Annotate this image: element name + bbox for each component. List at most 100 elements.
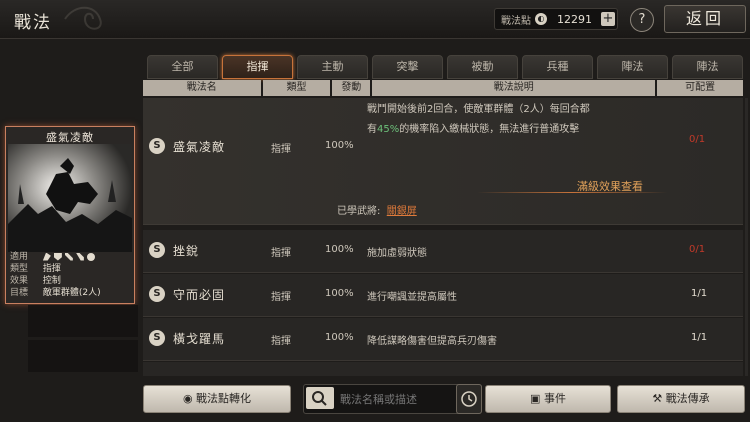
column-name: 戰法名 xyxy=(143,80,261,96)
grade-badge: S xyxy=(149,286,165,302)
tactic-type: 指揮 xyxy=(271,292,291,303)
grade-badge: S xyxy=(149,330,165,346)
card-info-row: 適用 xyxy=(10,251,101,263)
learned-label: 已學武將: xyxy=(337,206,381,217)
search-icon xyxy=(312,391,327,406)
tactic-name: 挫銳 xyxy=(173,244,200,258)
learned-general-name[interactable]: 關銀屏 xyxy=(387,206,417,217)
event-button[interactable]: ▣ 事件 xyxy=(485,385,611,413)
tab-assault[interactable]: 突擊 xyxy=(372,55,443,79)
history-button[interactable] xyxy=(456,384,482,414)
clock-icon xyxy=(461,391,477,407)
decorative-swirl-icon xyxy=(64,6,102,30)
tactic-description: 施加虛弱狀態 xyxy=(367,248,427,259)
card-title: 盛氣凌敵 xyxy=(46,131,94,144)
search-button[interactable] xyxy=(306,387,334,409)
config-count: 1/1 xyxy=(691,288,708,299)
event-icon: ▣ xyxy=(530,392,541,405)
add-points-button[interactable]: + xyxy=(601,12,615,26)
tab-active[interactable]: 主動 xyxy=(297,55,368,79)
card-info-row: 類型 指揮 xyxy=(10,263,101,275)
tactic-list: S 盛氣凌敵 指揮 100% 戰鬥開始後前2回合，使敵軍群體（2人）每回合都 有… xyxy=(143,98,743,376)
help-button[interactable]: ? xyxy=(630,8,654,32)
description-text: 的機率陷入繳械狀態，無法進行普通攻擊 xyxy=(399,124,580,135)
tactic-name: 盛氣凌敵 xyxy=(173,140,226,154)
tactic-description: 進行嘲諷並提高屬性 xyxy=(367,292,457,303)
points-label: 戰法點 xyxy=(501,15,531,27)
grade-badge: S xyxy=(149,138,165,154)
tactic-art-image xyxy=(8,144,132,252)
column-description: 戰法說明 xyxy=(372,80,656,96)
grade-badge: S xyxy=(149,242,165,258)
tactic-rate: 100% xyxy=(325,288,354,299)
cavalry-icon xyxy=(42,252,51,261)
spear-icon xyxy=(75,252,84,261)
tactic-type: 指揮 xyxy=(271,336,291,347)
card-info-value: 控制 xyxy=(42,276,61,286)
tactic-type: 指揮 xyxy=(271,144,291,155)
table-header: 戰法名 類型 發動 戰法說明 可配置 xyxy=(143,80,743,96)
tactic-description: 降低謀略傷害但提高兵刃傷害 xyxy=(367,336,497,347)
learned-generals: 已學武將: 關銀屏 xyxy=(337,202,417,217)
tab-formation-2[interactable]: 陣法 xyxy=(672,55,743,79)
shield-icon xyxy=(53,252,62,261)
tactic-points-display: 戰法點 ◐ 12291 + xyxy=(494,8,618,30)
card-info-key: 類型 xyxy=(10,264,29,274)
column-type: 類型 xyxy=(262,80,331,96)
card-info-row: 目標 敵軍群體(2人) xyxy=(10,287,101,299)
table-row[interactable]: S 盛氣凌敵 指揮 100% 戰鬥開始後前2回合，使敵軍群體（2人）每回合都 有… xyxy=(143,98,743,225)
page-title: 戰法 xyxy=(14,13,52,33)
troop-type-icons xyxy=(42,252,95,261)
card-info-key: 效果 xyxy=(10,276,29,286)
tactic-rate: 100% xyxy=(325,332,354,343)
card-info: 適用 類型 指揮 效果 控制 目標 敵軍群體(2人) xyxy=(10,251,101,299)
tab-formation[interactable]: 陣法 xyxy=(597,55,668,79)
list-scrollbar[interactable] xyxy=(745,98,748,376)
column-trigger: 發動 xyxy=(332,80,371,96)
faded-card-preview xyxy=(28,340,138,372)
card-info-row: 效果 控制 xyxy=(10,275,101,287)
link-divider xyxy=(477,192,667,193)
hammer-icon: ⚒ xyxy=(652,392,663,405)
config-count: 0/1 xyxy=(689,134,706,145)
tab-command[interactable]: 指揮 xyxy=(222,55,293,79)
config-count: 0/1 xyxy=(689,244,706,255)
selected-tactic-card[interactable]: 盛氣凌敵 適用 類型 指揮 效果 控制 目標 敵軍群體(2人) xyxy=(5,126,135,304)
event-label: 事件 xyxy=(543,392,566,405)
crossbow-icon xyxy=(64,252,73,261)
card-info-value: 指揮 xyxy=(42,264,61,274)
table-row[interactable]: S 橫戈躍馬 指揮 100% 降低謀略傷害但提高兵刃傷害 1/1 xyxy=(143,318,743,361)
description-line: 有45%的機率陷入繳械狀態，無法進行普通攻擊 xyxy=(367,120,590,140)
description-text: 有 xyxy=(367,124,377,135)
tactic-description: 戰鬥開始後前2回合，使敵軍群體（2人）每回合都 有45%的機率陷入繳械狀態，無法… xyxy=(367,100,590,140)
table-row-partial[interactable] xyxy=(143,362,743,376)
top-bar: 戰法 戰法點 ◐ 12291 + ? 返回 xyxy=(0,0,750,39)
convert-icon: ◉ xyxy=(182,392,193,405)
card-info-key: 適用 xyxy=(10,252,29,262)
card-info-value: 敵軍群體(2人) xyxy=(42,288,101,298)
search-input[interactable] xyxy=(338,388,460,410)
column-config: 可配置 xyxy=(657,80,743,96)
inherit-label: 戰法傳承 xyxy=(665,392,710,405)
inherit-button[interactable]: ⚒ 戰法傳承 xyxy=(617,385,745,413)
convert-label: 戰法點轉化 xyxy=(196,392,252,405)
probability-value: 45% xyxy=(377,124,400,135)
tactic-rate: 100% xyxy=(325,140,354,151)
description-line: 戰鬥開始後前2回合，使敵軍群體（2人）每回合都 xyxy=(367,104,590,115)
points-value: 12291 xyxy=(557,12,592,26)
tab-troop[interactable]: 兵種 xyxy=(522,55,593,79)
config-count: 1/1 xyxy=(691,332,708,343)
faded-card-preview xyxy=(28,305,138,337)
table-row[interactable]: S 守而必固 指揮 100% 進行嘲諷並提高屬性 1/1 xyxy=(143,274,743,317)
wheel-icon xyxy=(86,252,95,261)
tactic-type: 指揮 xyxy=(271,248,291,259)
back-button[interactable]: 返回 xyxy=(664,5,746,33)
tactic-name: 橫戈躍馬 xyxy=(173,332,226,346)
table-row[interactable]: S 挫銳 指揮 100% 施加虛弱狀態 0/1 xyxy=(143,230,743,273)
tab-passive[interactable]: 被動 xyxy=(447,55,518,79)
category-tabs: 全部 指揮 主動 突擊 被動 兵種 陣法 陣法 xyxy=(147,55,743,79)
tab-all[interactable]: 全部 xyxy=(147,55,218,79)
card-info-key: 目標 xyxy=(10,288,29,298)
tactic-name: 守而必固 xyxy=(173,288,226,302)
convert-points-button[interactable]: ◉ 戰法點轉化 xyxy=(143,385,291,413)
